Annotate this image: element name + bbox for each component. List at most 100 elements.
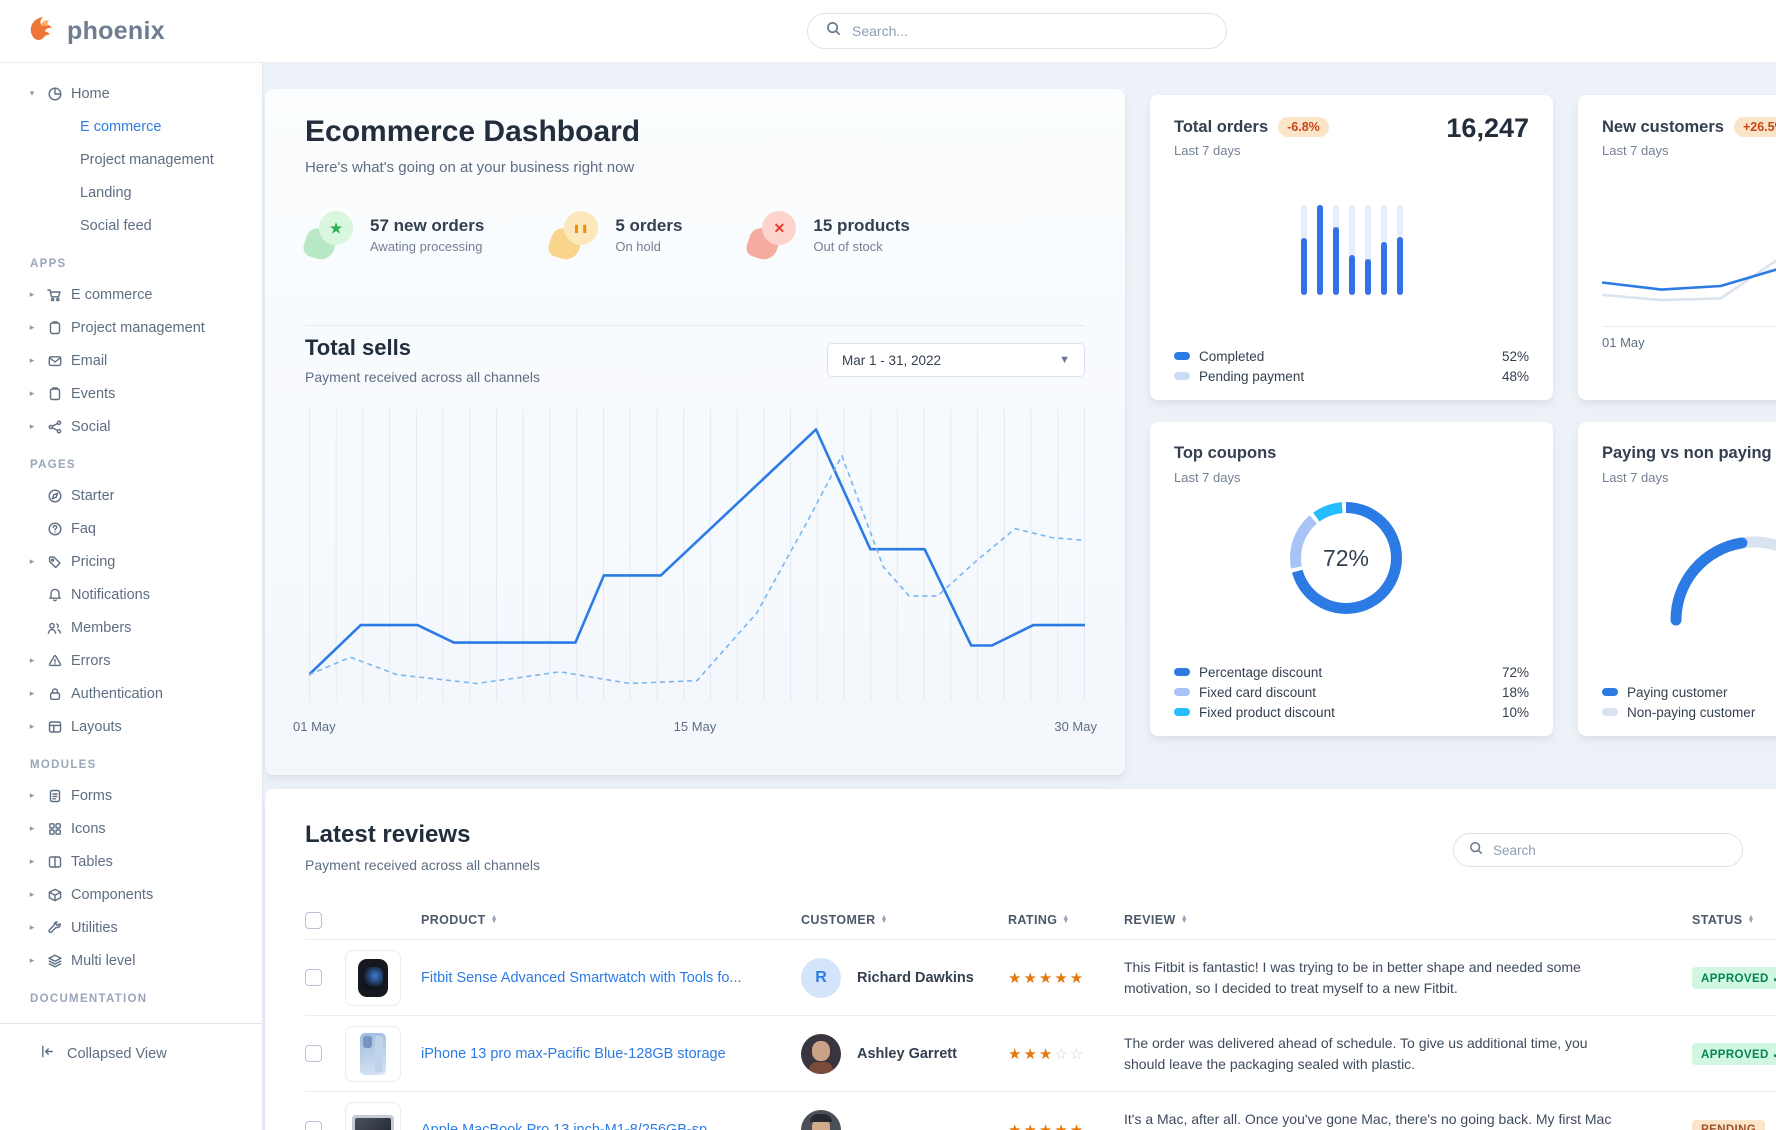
brand-logo[interactable]: phoenix	[26, 13, 165, 50]
product-image[interactable]	[345, 1026, 401, 1082]
sidebar-item-label: Authentication	[71, 686, 163, 702]
sidebar-item-events[interactable]: ▸Events	[0, 377, 262, 410]
sidebar-subitem-e-commerce[interactable]: E commerce	[0, 110, 262, 143]
legend-value: 52%	[1502, 349, 1529, 364]
product-image[interactable]	[345, 950, 401, 1006]
column-header-product[interactable]: PRODUCT▲▼	[421, 913, 801, 927]
stat-text: 5 orders On hold	[615, 216, 682, 254]
product-image[interactable]	[345, 1102, 401, 1130]
caret-down-icon: ▾	[26, 88, 38, 99]
sidebar-item-members[interactable]: Members	[0, 611, 262, 644]
tag-icon	[45, 553, 64, 570]
cart-icon	[45, 286, 64, 303]
legend-item: Pending payment48%	[1174, 366, 1529, 386]
bell-icon	[45, 586, 64, 603]
clipboard-icon	[45, 385, 64, 402]
sidebar-subitem-project-management[interactable]: Project management	[0, 143, 262, 176]
product-link[interactable]: Apple MacBook Pro 13 inch-M1-8/256GB-sp.…	[421, 1122, 801, 1130]
collapsed-view-toggle[interactable]: Collapsed View	[0, 1024, 262, 1063]
legend-item: Non-paying customer	[1602, 702, 1776, 722]
sidebar-item-label: Forms	[71, 788, 112, 804]
caret-right-icon: ▸	[26, 922, 38, 933]
column-header-review[interactable]: REVIEW▲▼	[1124, 913, 1692, 927]
caret-right-icon: ▸	[26, 421, 38, 432]
sidebar-item-icons[interactable]: ▸Icons	[0, 812, 262, 845]
sidebar-item-authentication[interactable]: ▸ Authentication	[0, 677, 262, 710]
sidebar-item-starter[interactable]: Starter	[0, 479, 262, 512]
table-row: Apple MacBook Pro 13 inch-M1-8/256GB-sp.…	[305, 1091, 1776, 1130]
column-header-rating[interactable]: RATING▲▼	[1008, 913, 1124, 927]
status-cell: APPROVED ✓	[1692, 967, 1776, 989]
stat-label: On hold	[615, 239, 682, 254]
total-sells-x-axis: 01 May 15 May 30 May	[293, 719, 1097, 734]
sidebar-item-layouts[interactable]: ▸Layouts	[0, 710, 262, 743]
date-range-select[interactable]: Mar 1 - 31, 2022 ▼	[827, 343, 1085, 377]
sidebar-item-notifications[interactable]: Notifications	[0, 578, 262, 611]
reviews-search-input[interactable]	[1493, 843, 1727, 858]
sidebar-item-errors[interactable]: ▸Errors	[0, 644, 262, 677]
sidebar-item-forms[interactable]: ▸Forms	[0, 779, 262, 812]
sidebar-subitem-social-feed[interactable]: Social feed	[0, 209, 262, 242]
select-all-checkbox[interactable]	[305, 912, 322, 929]
sort-icon: ▲▼	[491, 916, 498, 925]
product-link[interactable]: iPhone 13 pro max-Pacific Blue-128GB sto…	[421, 1046, 801, 1062]
page: phoenix ▾HomeE commerceProject managemen…	[0, 0, 1776, 1130]
sidebar-item-label: Tables	[71, 854, 113, 870]
sidebar-item-social[interactable]: ▸Social	[0, 410, 262, 443]
column-header-label: RATING	[1008, 913, 1057, 927]
avatar: R	[801, 958, 841, 998]
row-checkbox[interactable]	[305, 969, 322, 986]
divider	[305, 325, 1085, 326]
search-input[interactable]	[852, 23, 1208, 39]
paying-gauge-chart	[1624, 492, 1776, 642]
sidebar-item-e-commerce[interactable]: ▸E commerce	[0, 278, 262, 311]
reviews-table-body: Fitbit Sense Advanced Smartwatch with To…	[305, 939, 1776, 1130]
legend-label: Fixed card discount	[1199, 685, 1316, 700]
sidebar-item-label: Members	[71, 620, 131, 636]
legend-swatch	[1174, 352, 1190, 360]
stat-text: 57 new ordersAwating processing	[370, 216, 484, 254]
sidebar-item-home[interactable]: ▾Home	[0, 77, 262, 110]
caret-right-icon: ▸	[26, 688, 38, 699]
paying-period: Last 7 days	[1602, 470, 1669, 485]
sidebar-item-pricing[interactable]: ▸Pricing	[0, 545, 262, 578]
top-coupons-donut-chart: 72%	[1290, 502, 1402, 614]
sidebar-subitem-landing[interactable]: Landing	[0, 176, 262, 209]
column-header-label: REVIEW	[1124, 913, 1176, 927]
ecommerce-dashboard-card: Ecommerce Dashboard Here's what's going …	[265, 89, 1125, 775]
sidebar-item-project-management[interactable]: ▸Project management	[0, 311, 262, 344]
legend-label: Completed	[1199, 349, 1264, 364]
caret-right-icon: ▸	[26, 388, 38, 399]
new-customers-period: Last 7 days	[1602, 143, 1669, 158]
legend-swatch	[1174, 708, 1190, 716]
column-header-status[interactable]: STATUS▲▼	[1692, 913, 1776, 927]
sidebar-item-components[interactable]: ▸Components	[0, 878, 262, 911]
reviews-search	[1453, 833, 1743, 867]
row-checkbox[interactable]	[305, 1121, 322, 1130]
column-header-label: CUSTOMER	[801, 913, 876, 927]
pause-icon: ❚❚	[564, 211, 598, 245]
nav-section-label: DOCUMENTATION	[0, 977, 262, 1013]
review-text: The order was delivered ahead of schedul…	[1124, 1033, 1654, 1074]
page-subtitle: Here's what's going on at your business …	[305, 159, 634, 176]
caret-right-icon: ▸	[26, 556, 38, 567]
legend-swatch	[1174, 372, 1190, 380]
layers-icon	[45, 952, 64, 969]
sidebar-item-tables[interactable]: ▸Tables	[0, 845, 262, 878]
product-link[interactable]: Fitbit Sense Advanced Smartwatch with To…	[421, 970, 801, 986]
sidebar-item-utilities[interactable]: ▸Utilities	[0, 911, 262, 944]
sidebar-item-multi-level[interactable]: ▸Multi level	[0, 944, 262, 977]
column-header-customer[interactable]: CUSTOMER▲▼	[801, 913, 1008, 927]
compass-icon	[45, 487, 64, 504]
sidebar-item-faq[interactable]: Faq	[0, 512, 262, 545]
sidebar-item-email[interactable]: ▸Email	[0, 344, 262, 377]
series-previous-period	[309, 456, 1085, 684]
nav-section-label: MODULES	[0, 743, 262, 779]
legend-item: Paying customer	[1602, 682, 1776, 702]
legend-label: Paying customer	[1627, 685, 1728, 700]
status-badge: PENDING	[1692, 1120, 1765, 1130]
row-checkbox[interactable]	[305, 1045, 322, 1062]
caret-right-icon: ▸	[26, 721, 38, 732]
legend-value: 48%	[1502, 369, 1529, 384]
stat-value: 5 orders	[615, 216, 682, 236]
